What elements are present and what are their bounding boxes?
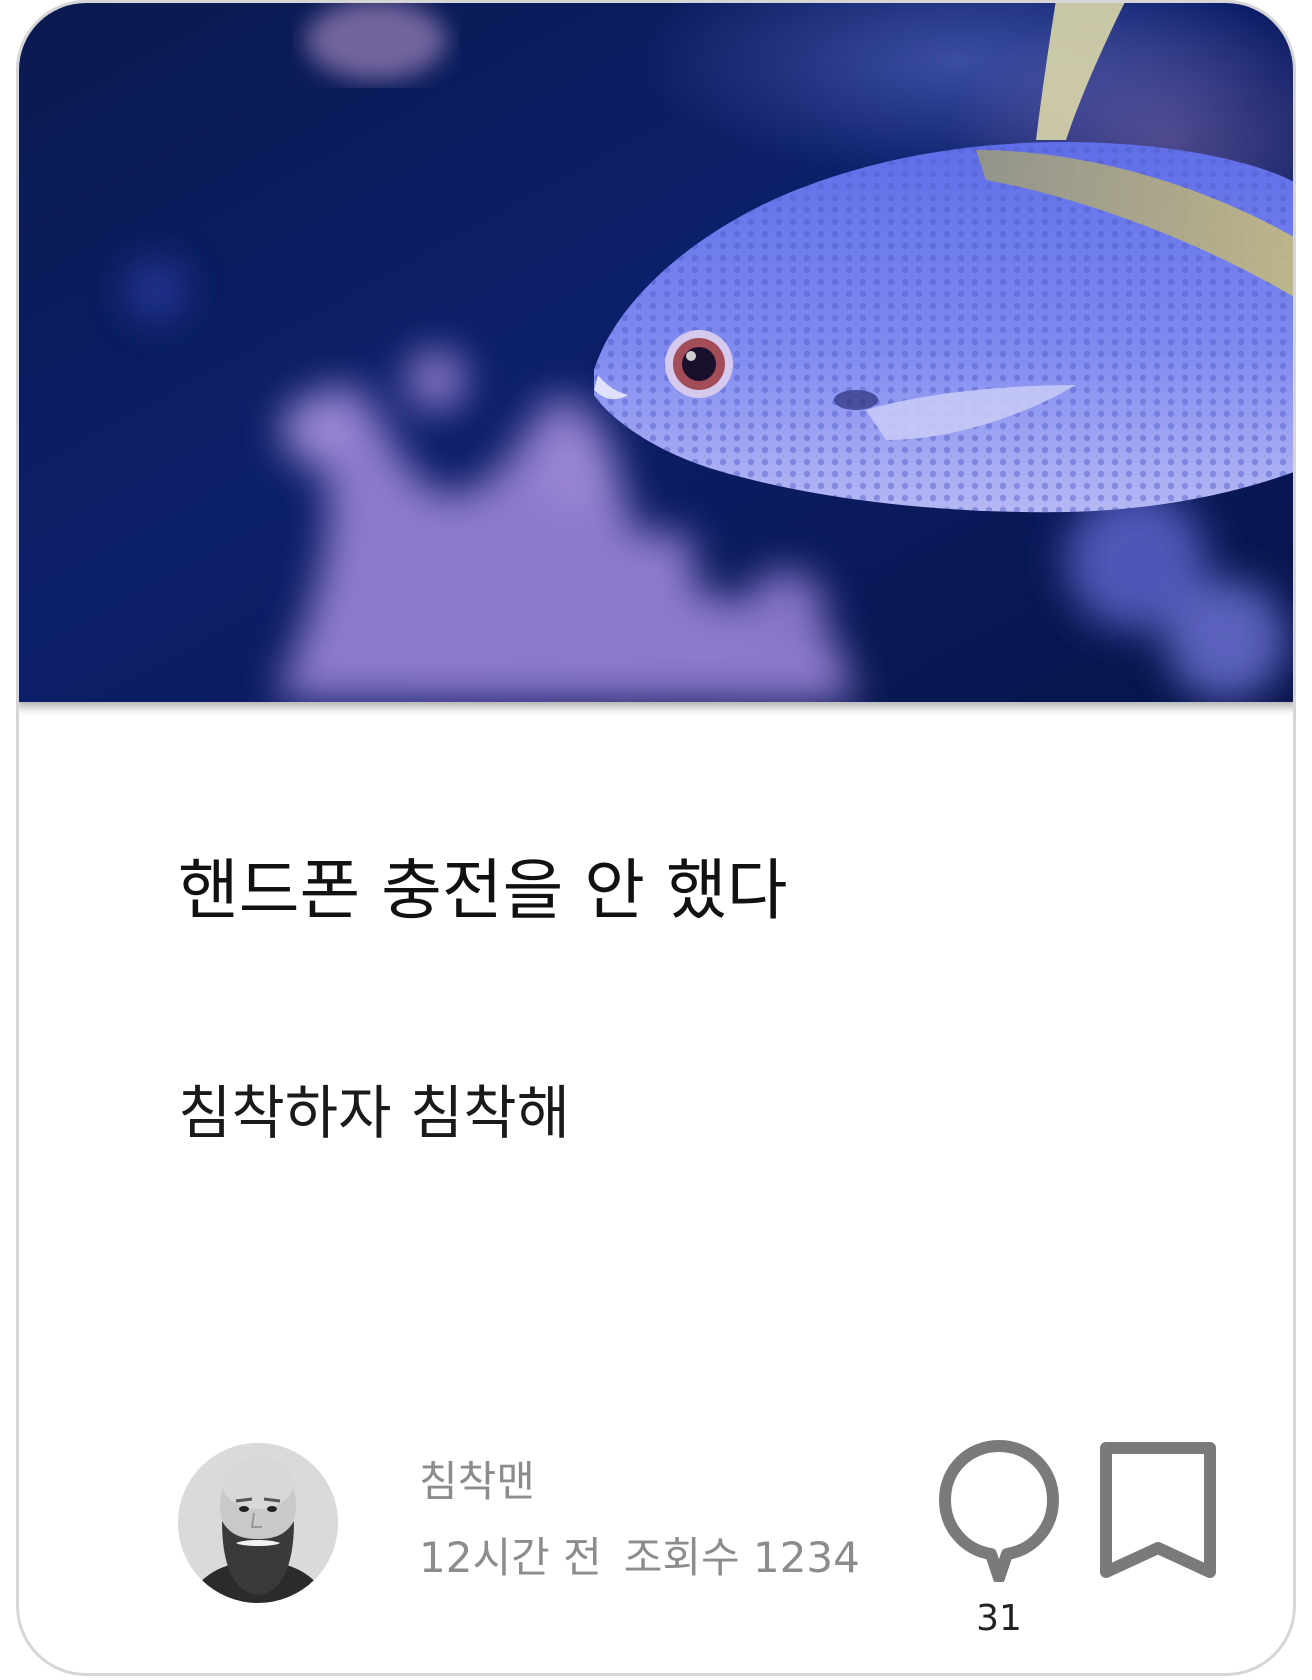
- speech-bubble-icon: [939, 1440, 1059, 1584]
- hero-image: [19, 3, 1293, 702]
- author-avatar[interactable]: [178, 1443, 338, 1603]
- author-name[interactable]: 침착맨: [419, 1455, 535, 1509]
- post-body: 침착하자 침착해: [178, 1079, 570, 1147]
- bookmark-button[interactable]: [1096, 1440, 1220, 1582]
- bookmark-icon: [1100, 1442, 1216, 1578]
- post-title[interactable]: 핸드폰 충전을 안 했다: [178, 851, 787, 931]
- post-time: 12시간 전: [419, 1533, 602, 1582]
- post-meta: 12시간 전 조회수 1234: [419, 1531, 860, 1585]
- comment-button[interactable]: [937, 1440, 1061, 1584]
- post-views: 조회수 1234: [623, 1533, 860, 1582]
- post-card[interactable]: 핸드폰 충전을 안 했다 침착하자 침착해 침착맨 12시간 전 조회수 1234…: [16, 0, 1296, 1676]
- comment-count: 31: [976, 1598, 1022, 1639]
